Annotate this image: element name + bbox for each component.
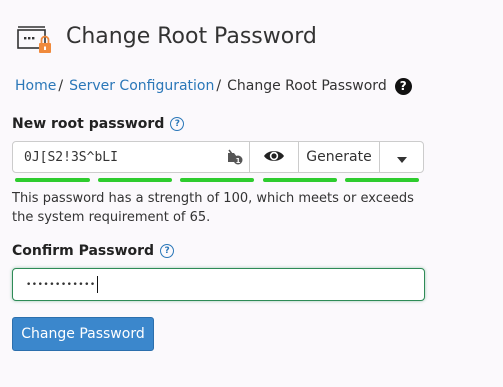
show-password-button[interactable]: [249, 142, 298, 172]
confirm-password-label: Confirm Password: [12, 243, 155, 259]
new-password-input[interactable]: [13, 142, 249, 172]
generate-options-dropdown[interactable]: [379, 142, 423, 172]
new-password-group: 1 Generate: [12, 141, 424, 173]
breadcrumb-current: Change Root Password: [227, 78, 387, 94]
strength-segment: [345, 178, 419, 182]
strength-message: This password has a strength of 100, whi…: [12, 191, 414, 225]
password-manager-blocked-icon[interactable]: 1: [226, 149, 244, 165]
password-strength-meter: [15, 178, 419, 182]
confirm-password-masked-value: ••••••••••••: [26, 279, 96, 290]
page-header: [17, 22, 53, 56]
breadcrumb-separator: /: [58, 78, 64, 94]
page-title: Change Root Password: [66, 24, 317, 49]
new-password-label: New root password: [12, 116, 165, 132]
eye-icon: [263, 148, 285, 167]
strength-segment: [15, 178, 90, 182]
new-password-label-row: New root password ?: [12, 116, 185, 132]
text-cursor: [96, 276, 98, 293]
breadcrumb-separator: /: [216, 78, 222, 94]
svg-text:1: 1: [236, 157, 241, 165]
caret-down-icon: [396, 148, 407, 167]
strength-segment: [263, 178, 337, 182]
strength-segment: [98, 178, 172, 182]
confirm-password-input[interactable]: ••••••••••••: [12, 268, 425, 301]
new-password-help-icon[interactable]: ?: [170, 117, 185, 131]
breadcrumb-server-configuration-link[interactable]: Server Configuration: [69, 76, 214, 96]
new-password-field-wrap: 1: [13, 142, 249, 172]
breadcrumb-home-link[interactable]: Home: [15, 76, 56, 96]
strength-segment: [180, 178, 254, 182]
confirm-password-label-row: Confirm Password ?: [12, 243, 175, 259]
generate-button[interactable]: Generate: [298, 142, 379, 172]
page-help-icon[interactable]: ?: [394, 77, 412, 95]
change-password-button[interactable]: Change Password: [12, 317, 154, 351]
confirm-password-help-icon[interactable]: ?: [160, 244, 175, 258]
server-lock-icon: [17, 22, 53, 56]
breadcrumb: Home / Server Configuration / Change Roo…: [15, 76, 412, 96]
